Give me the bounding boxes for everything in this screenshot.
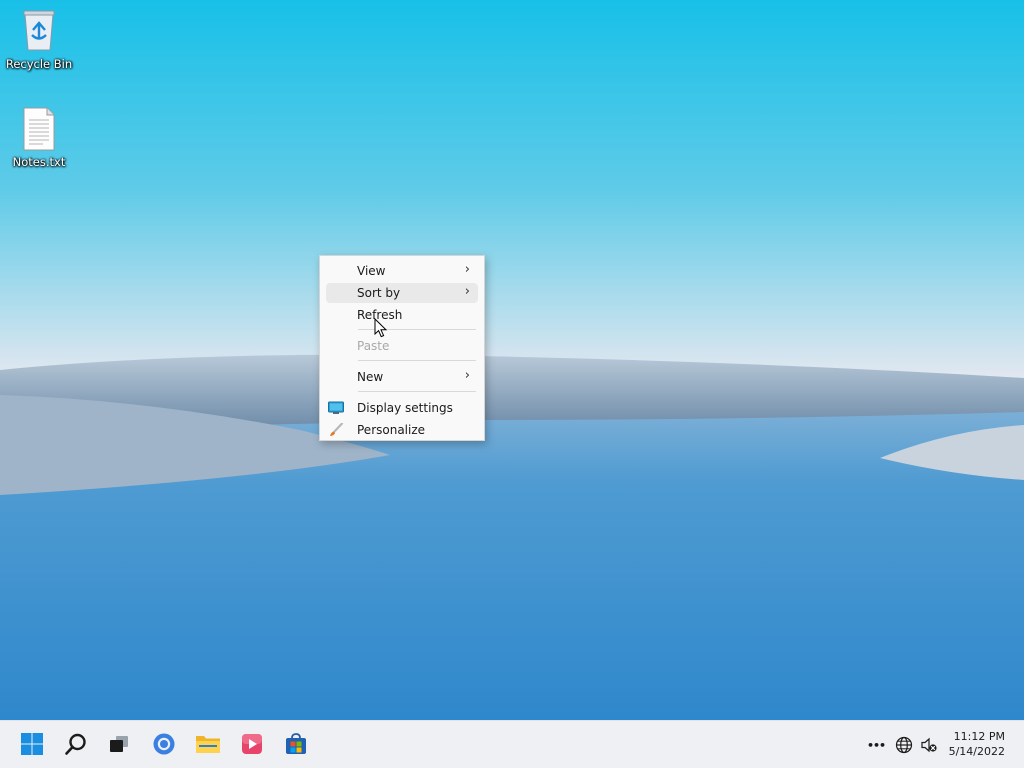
media-player-icon bbox=[242, 734, 262, 754]
display-icon bbox=[328, 401, 344, 414]
globe-icon bbox=[895, 736, 913, 754]
store-button[interactable] bbox=[281, 729, 311, 759]
browser-button[interactable] bbox=[149, 729, 179, 759]
menu-separator bbox=[358, 391, 476, 392]
taskbar: ••• 11:12 PM 5/14/2022 bbox=[0, 720, 1024, 768]
file-explorer-button[interactable] bbox=[193, 729, 223, 759]
folder-icon bbox=[196, 736, 220, 753]
browser-icon bbox=[153, 733, 175, 755]
menu-item-label: Sort by bbox=[357, 286, 401, 300]
taskbar-clock[interactable]: 11:12 PM 5/14/2022 bbox=[949, 729, 1005, 759]
menu-item-label: New bbox=[357, 370, 384, 384]
more-icon: ••• bbox=[866, 738, 886, 752]
desktop-icon-label: Recycle Bin bbox=[5, 57, 73, 71]
task-view-button[interactable] bbox=[104, 729, 134, 759]
chevron-right-icon: › bbox=[464, 284, 470, 299]
desktop-icon-label: Notes.txt bbox=[12, 155, 66, 169]
volume-tray-button[interactable] bbox=[918, 733, 940, 757]
desktop-icon-recycle-bin[interactable]: Recycle Bin bbox=[1, 8, 77, 71]
menu-separator bbox=[358, 360, 476, 361]
chevron-right-icon: › bbox=[464, 368, 470, 383]
desktop-icon-notes-file[interactable]: Notes.txt bbox=[1, 106, 77, 169]
menu-item-display-settings[interactable]: Display settings bbox=[326, 398, 478, 418]
speaker-muted-icon bbox=[921, 737, 937, 753]
clock-date: 5/14/2022 bbox=[948, 745, 1005, 758]
store-icon bbox=[286, 733, 306, 754]
menu-item-label: View bbox=[357, 264, 386, 278]
menu-item-refresh[interactable]: Refresh bbox=[326, 305, 478, 325]
network-tray-button[interactable] bbox=[893, 733, 915, 757]
desktop-wallpaper bbox=[0, 0, 1024, 720]
media-player-button[interactable] bbox=[237, 729, 267, 759]
recycle-bin-icon bbox=[23, 10, 55, 51]
menu-item-personalize[interactable]: Personalize bbox=[326, 420, 478, 440]
chevron-right-icon: › bbox=[464, 262, 470, 277]
search-button[interactable] bbox=[61, 729, 91, 759]
menu-item-label: Display settings bbox=[357, 401, 453, 415]
tray-overflow-button[interactable]: ••• bbox=[864, 733, 888, 757]
clock-time: 11:12 PM bbox=[953, 730, 1005, 743]
menu-item-label: Personalize bbox=[357, 423, 426, 437]
task-view-icon bbox=[110, 736, 128, 752]
menu-item-paste: Paste bbox=[326, 336, 478, 356]
text-file-icon bbox=[23, 107, 55, 151]
menu-item-sort-by[interactable]: Sort by › bbox=[326, 283, 478, 303]
mouse-cursor-icon bbox=[374, 318, 388, 338]
windows-logo-icon bbox=[21, 733, 43, 755]
menu-item-label: Paste bbox=[357, 339, 390, 353]
desktop-context-menu: View › Sort by › Refresh Paste New › Dis… bbox=[319, 255, 485, 441]
menu-item-new[interactable]: New › bbox=[326, 367, 478, 387]
menu-item-view[interactable]: View › bbox=[326, 261, 478, 281]
paintbrush-icon bbox=[330, 423, 344, 436]
search-icon bbox=[65, 733, 86, 755]
start-button[interactable] bbox=[17, 729, 47, 759]
